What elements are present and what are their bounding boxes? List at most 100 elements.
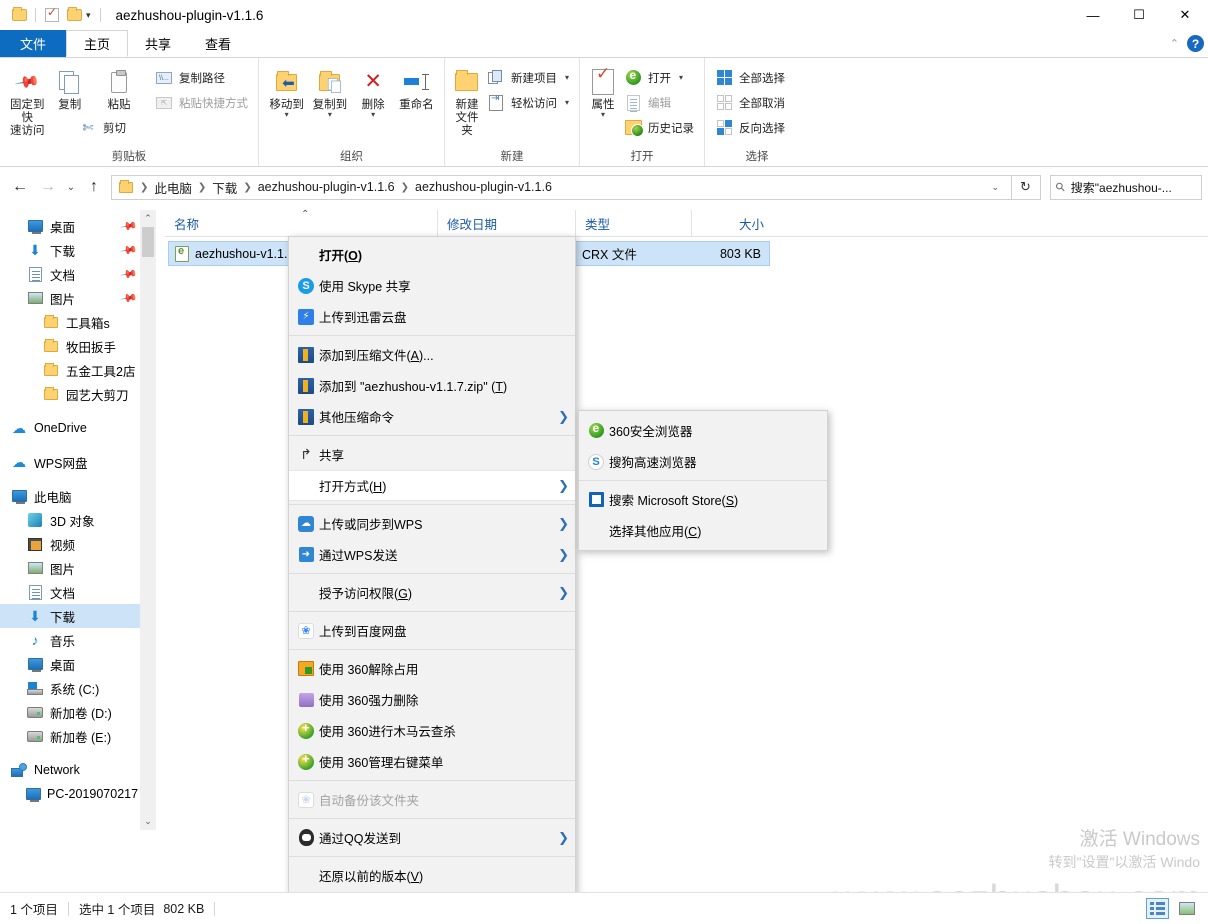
tab-share[interactable]: 共享 xyxy=(128,30,188,57)
menu-item-使用-360强力删除[interactable]: 使用 360强力删除 xyxy=(289,684,575,715)
new-item-button[interactable]: 新建项目 ▾ xyxy=(483,65,573,90)
refresh-button[interactable]: ↻ xyxy=(1011,174,1041,200)
menu-item-上传到迅雷云盘[interactable]: ⚡ 上传到迅雷云盘 xyxy=(289,301,575,332)
menu-item-其他压缩命令[interactable]: 其他压缩命令 ❯ xyxy=(289,401,575,432)
close-button[interactable]: ✕ xyxy=(1162,0,1208,30)
sidebar-item-图片[interactable]: 图片 📌 xyxy=(0,286,140,310)
pin-icon[interactable]: 📌 xyxy=(120,289,139,308)
menu-item-选择其他应用-c-[interactable]: 选择其他应用(C) xyxy=(579,515,827,546)
delete-button[interactable]: ✕ 删除 ▾ xyxy=(352,63,395,119)
menu-item-使用-skype-共享[interactable]: S 使用 Skype 共享 xyxy=(289,270,575,301)
sidebar-item-新加卷 (E:)[interactable]: 新加卷 (E:) xyxy=(0,724,140,748)
context-menu[interactable]: 打开(O) S 使用 Skype 共享 ⚡ 上传到迅雷云盘 添加到压缩文件(A)... 添加… xyxy=(288,236,576,924)
menu-item-上传或同步到wps[interactable]: ☁ 上传或同步到WPS ❯ xyxy=(289,508,575,539)
breadcrumb-item-1[interactable]: 下载 xyxy=(210,178,239,197)
scroll-up-icon[interactable]: ⌃ xyxy=(140,210,156,227)
sidebar-item-音乐[interactable]: ♪ 音乐 xyxy=(0,628,140,652)
move-to-button[interactable]: ⬅ 移动到 ▾ xyxy=(265,63,308,119)
collapse-ribbon-icon[interactable]: ⌃ xyxy=(1170,37,1179,50)
menu-item-使用-360解除占用[interactable]: 使用 360解除占用 xyxy=(289,653,575,684)
breadcrumb-item-0[interactable]: 此电脑 xyxy=(152,178,194,197)
sidebar-item-Network[interactable]: Network xyxy=(0,758,140,782)
pin-icon[interactable]: 📌 xyxy=(120,241,139,260)
menu-item-使用-360管理右键菜单[interactable]: 使用 360管理右键菜单 xyxy=(289,746,575,777)
chevron-down-icon[interactable]: ▾ xyxy=(679,73,683,82)
checkbox-icon[interactable] xyxy=(41,4,63,26)
sidebar-item-WPS网盘[interactable]: ☁ WPS网盘 xyxy=(0,450,140,474)
breadcrumb-item-2[interactable]: aezhushou-plugin-v1.1.6 xyxy=(256,180,397,194)
maximize-button[interactable]: ☐ xyxy=(1116,0,1162,30)
chevron-down-icon[interactable]: ▾ xyxy=(285,111,289,119)
help-icon[interactable]: ? xyxy=(1187,35,1204,52)
easy-access-button[interactable]: 轻松访问 ▾ xyxy=(483,90,573,115)
minimize-button[interactable]: — xyxy=(1070,0,1116,30)
pin-icon[interactable]: 📌 xyxy=(120,217,139,236)
sidebar-item-OneDrive[interactable]: ☁ OneDrive xyxy=(0,416,140,440)
menu-item-360安全浏览器[interactable]: 360安全浏览器 xyxy=(579,415,827,446)
pin-icon[interactable]: 📌 xyxy=(120,265,139,284)
folder-icon[interactable] xyxy=(8,4,30,26)
menu-item-还原以前的版本-v-[interactable]: 还原以前的版本(V) xyxy=(289,860,575,891)
sidebar-item-桌面[interactable]: 桌面 xyxy=(0,652,140,676)
sidebar-item-此电脑[interactable]: 此电脑 xyxy=(0,484,140,508)
back-button[interactable]: ← xyxy=(6,173,34,201)
column-header-name[interactable]: ⌃ 名称 xyxy=(165,209,437,237)
sidebar-item-园艺大剪刀[interactable]: 园艺大剪刀 xyxy=(0,382,140,406)
cut-button[interactable]: ✄ 剪切 xyxy=(75,115,252,140)
tab-home[interactable]: 主页 xyxy=(66,30,129,57)
sidebar-item-桌面[interactable]: 桌面 📌 xyxy=(0,214,140,238)
chevron-down-icon[interactable]: ▾ xyxy=(328,111,332,119)
menu-item-打开方式-h-[interactable]: 打开方式(H) ❯ xyxy=(289,470,575,501)
select-none-button[interactable]: 全部取消 xyxy=(711,90,789,115)
sidebar-item-下载[interactable]: ⬇ 下载 📌 xyxy=(0,238,140,262)
tab-file[interactable]: 文件 xyxy=(0,30,67,57)
sidebar-item-五金工具2店[interactable]: 五金工具2店 xyxy=(0,358,140,382)
properties-button[interactable]: 属性 ▾ xyxy=(586,63,620,119)
sidebar-item-文档[interactable]: 文档 xyxy=(0,580,140,604)
column-header-type[interactable]: 类型 xyxy=(575,209,691,237)
scrollbar-thumb[interactable] xyxy=(142,227,154,257)
rename-button[interactable]: 重命名 xyxy=(395,63,438,112)
sidebar-item-新加卷 (D:)[interactable]: 新加卷 (D:) xyxy=(0,700,140,724)
new-folder-button[interactable]: 新建 文件夹 xyxy=(451,63,483,138)
menu-item-搜索-microsoft-store-s-[interactable]: 搜索 Microsoft Store(S) xyxy=(579,484,827,515)
chevron-down-icon[interactable]: ▾ xyxy=(565,98,569,107)
sidebar-item-3D 对象[interactable]: 3D 对象 xyxy=(0,508,140,532)
chevron-down-icon[interactable]: ▾ xyxy=(565,73,569,82)
menu-item-上传到百度网盘[interactable]: ❀ 上传到百度网盘 xyxy=(289,615,575,646)
recent-locations-button[interactable]: ⌄ xyxy=(62,173,80,201)
search-input[interactable]: ⚲ 搜索"aezhushou-... xyxy=(1050,174,1202,200)
chevron-down-icon[interactable]: ▾ xyxy=(371,111,375,119)
menu-item-打开-o-[interactable]: 打开(O) xyxy=(289,239,575,270)
sidebar-item-图片[interactable]: 图片 xyxy=(0,556,140,580)
sidebar-item-PC-2019070217[interactable]: PC-2019070217 xyxy=(0,782,140,806)
chevron-down-icon[interactable]: ▾ xyxy=(601,111,605,119)
details-view-button[interactable] xyxy=(1146,898,1169,919)
folder-icon[interactable] xyxy=(63,4,85,26)
forward-button[interactable]: → xyxy=(34,173,62,201)
open-with-submenu[interactable]: 360安全浏览器S搜狗高速浏览器搜索 Microsoft Store(S)选择其… xyxy=(578,410,828,551)
menu-item-添加到压缩文件-a-[interactable]: 添加到压缩文件(A)... xyxy=(289,339,575,370)
copy-button[interactable]: 复制 xyxy=(49,63,92,112)
chevron-down-icon[interactable]: ⌄ xyxy=(983,182,1007,193)
menu-item-共享[interactable]: ↱ 共享 xyxy=(289,439,575,470)
copy-path-button[interactable]: \\... 复制路径 xyxy=(151,65,252,90)
sidebar-item-下载[interactable]: ⬇ 下载 xyxy=(0,604,140,628)
menu-item-通过qq发送到[interactable]: 通过QQ发送到 ❯ xyxy=(289,822,575,853)
navigation-pane[interactable]: 桌面 📌 ⬇ 下载 📌 文档 📌 图片 📌 工具箱s 牧田扳手 五金工具2店 园艺大剪刀 ☁ OneDriv… xyxy=(0,210,140,830)
paste-button[interactable]: 粘贴 xyxy=(91,63,147,112)
menu-item-搜狗高速浏览器[interactable]: S 搜狗高速浏览器 xyxy=(579,446,827,477)
breadcrumb-item-3[interactable]: aezhushou-plugin-v1.1.6 xyxy=(413,180,554,194)
large-icons-view-button[interactable] xyxy=(1175,898,1198,919)
sidebar-item-系统 (C:)[interactable]: 系统 (C:) xyxy=(0,676,140,700)
sidebar-item-文档[interactable]: 文档 📌 xyxy=(0,262,140,286)
copy-to-button[interactable]: 复制到 ▾ xyxy=(308,63,351,119)
scroll-down-icon[interactable]: ⌄ xyxy=(140,813,156,830)
sidebar-item-工具箱s[interactable]: 工具箱s xyxy=(0,310,140,334)
pin-to-quick-access-button[interactable]: 📌 固定到快 速访问 xyxy=(6,63,49,138)
column-header-date[interactable]: 修改日期 xyxy=(437,209,575,237)
tab-view[interactable]: 查看 xyxy=(188,30,248,57)
column-header-size[interactable]: 大小 xyxy=(691,209,773,237)
sidebar-item-牧田扳手[interactable]: 牧田扳手 xyxy=(0,334,140,358)
menu-item-添加到-aezhushou-v1-1-7-zip-t-[interactable]: 添加到 "aezhushou-v1.1.7.zip" (T) xyxy=(289,370,575,401)
